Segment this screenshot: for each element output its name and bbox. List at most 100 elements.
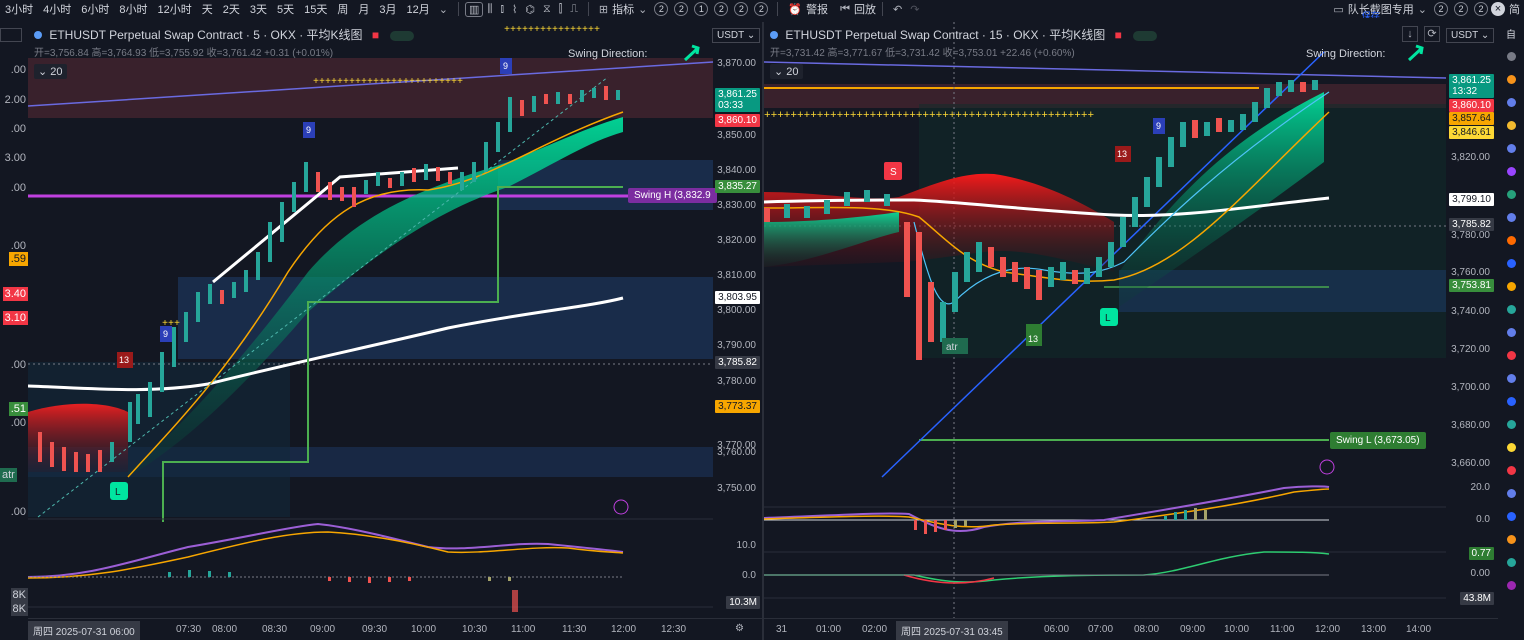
timeframe-2d[interactable]: 2天 [218, 1, 245, 17]
replay-icon[interactable]: ⏮ [836, 3, 854, 16]
toggle-icon[interactable] [1133, 30, 1158, 41]
lightning-icon[interactable] [613, 499, 629, 515]
close-icon[interactable]: × [1491, 2, 1505, 16]
settings-gear-icon[interactable]: ⚙ [735, 623, 744, 634]
layout-icon[interactable]: ▭ [1329, 3, 1347, 16]
watchlist-item[interactable] [1498, 367, 1524, 390]
right-price-axis[interactable]: USDT ⌄ 3,820.00 3,780.00 3,760.00 3,740.… [1446, 22, 1496, 618]
watchlist-item[interactable] [1498, 298, 1524, 321]
right-period-badge[interactable]: ⌄ 20 [770, 64, 803, 79]
right-chart-panel[interactable]: ++++++++++++++++++++++++++++++++++++++++… [764, 22, 1498, 640]
timeframe-3h[interactable]: 3小时 [0, 1, 38, 17]
watchlist-header[interactable]: 自 [1498, 22, 1524, 45]
hollow-candle-icon[interactable]: ⫿ [555, 3, 567, 16]
indicator-count-badge[interactable]: 2 [674, 2, 689, 16]
bar-chart-type-icon[interactable]: ▥ [464, 1, 484, 17]
indicator-count-badge[interactable]: 2 [654, 2, 669, 16]
timeframe-3month[interactable]: 3月 [374, 1, 401, 17]
watchlist-item[interactable] [1498, 114, 1524, 137]
watchlist-item[interactable] [1498, 91, 1524, 114]
watchlist-item[interactable] [1498, 45, 1524, 68]
watchlist-item[interactable] [1498, 229, 1524, 252]
alarm-icon[interactable]: ⏰ [784, 3, 806, 16]
watchlist-item[interactable] [1498, 252, 1524, 275]
left-price-axis[interactable]: USDT ⌄ 3,870.00 3,850.00 3,840.00 3,830.… [712, 22, 762, 618]
chevron-down-icon[interactable]: ⌄ [435, 3, 452, 16]
timeframe-4h[interactable]: 4小时 [38, 1, 76, 17]
refresh-icon[interactable]: ⟳ [1424, 26, 1440, 42]
watchlist-item[interactable] [1498, 206, 1524, 229]
watchlist-item[interactable] [1498, 183, 1524, 206]
count-badge[interactable]: 2 [1454, 2, 1468, 16]
left-time-axis[interactable]: 周四 2025-07-31 06:00 07:30 08:00 08:30 09… [28, 618, 762, 640]
candle-chart-type-icon[interactable]: ⫼ [483, 3, 496, 16]
timeframe-3d[interactable]: 3天 [245, 1, 272, 17]
line-chart-icon[interactable]: ⌇ [508, 3, 521, 16]
watchlist-item[interactable] [1498, 459, 1524, 482]
timeframe-1d[interactable]: 天 [197, 1, 218, 17]
indicators-button[interactable]: 指标 [612, 1, 634, 17]
timeframe-month[interactable]: 月 [353, 1, 374, 17]
area-chart-icon[interactable]: ⌬ [521, 3, 539, 16]
timeframe-12h[interactable]: 12小时 [153, 1, 197, 17]
chevron-down-icon[interactable]: ⌄ [634, 3, 651, 16]
left-period-badge[interactable]: ⌄ 20 [34, 64, 67, 79]
timeframe-15d[interactable]: 15天 [299, 1, 332, 17]
watchlist-item[interactable] [1498, 137, 1524, 160]
price-tick: 3,870.00 [717, 58, 756, 69]
timeframe-5d[interactable]: 5天 [272, 1, 299, 17]
price-tag-green: 3,835.27 [715, 180, 760, 193]
baseline-chart-icon[interactable]: ⧖ [539, 3, 555, 16]
watchlist-item[interactable] [1498, 528, 1524, 551]
watchlist-item[interactable] [1498, 321, 1524, 344]
watchlist-item[interactable] [1498, 160, 1524, 183]
watchlist-item[interactable] [1498, 413, 1524, 436]
indicators-icon[interactable]: ⊞ [595, 3, 612, 16]
right-chart-canvas[interactable]: ++++++++++++++++++++++++++++++++++++++++… [764, 22, 1498, 640]
chart-divider[interactable] [762, 22, 764, 640]
lightning-icon[interactable] [1319, 459, 1335, 475]
cutoff-currency-button[interactable] [0, 28, 22, 42]
flag-icon[interactable]: ■ [1115, 28, 1122, 42]
language-label[interactable]: 简 [1505, 1, 1524, 17]
indicator-count-badge[interactable]: 2 [754, 2, 769, 16]
left-currency-button[interactable]: USDT ⌄ [712, 28, 761, 43]
crosshair-price-tag: 3,785.82 [1449, 218, 1494, 231]
watchlist-item[interactable] [1498, 551, 1524, 574]
flag-icon[interactable]: ■ [372, 28, 379, 42]
left-chart-title[interactable]: ETHUSDT Perpetual Swap Contract · 5 · OK… [34, 26, 415, 43]
indicator-count-badge[interactable]: 1 [694, 2, 709, 16]
replay-button[interactable]: 回放 [854, 1, 876, 17]
timeframe-8h[interactable]: 8小时 [114, 1, 152, 17]
timeframe-week[interactable]: 周 [332, 1, 353, 17]
watchlist-item[interactable] [1498, 436, 1524, 459]
left-chart-panel[interactable]: +++++++++++++++++++++++++ ++++++++++++++… [28, 22, 762, 640]
left-chart-canvas[interactable]: +++++++++++++++++++++++++ ++++++++++++++… [28, 22, 762, 640]
indicator-count-badge[interactable]: 2 [734, 2, 749, 16]
undo-icon[interactable]: ↶ [889, 3, 906, 16]
watchlist-item[interactable] [1498, 482, 1524, 505]
account-label[interactable]: 队长截图专用 保存 [1348, 1, 1414, 18]
count-badge[interactable]: 2 [1474, 2, 1488, 16]
indicator-count-badge[interactable]: 2 [714, 2, 729, 16]
watchlist-item[interactable] [1498, 505, 1524, 528]
renko-chart-icon[interactable]: ⎍ [566, 3, 582, 16]
watchlist-item[interactable] [1498, 344, 1524, 367]
timeframe-6h[interactable]: 6小时 [76, 1, 114, 17]
last-price-tag: 3,861.25 13:32 [1449, 74, 1494, 98]
chevron-down-icon[interactable]: ⌄ [1414, 3, 1431, 16]
watchlist-item[interactable] [1498, 574, 1524, 597]
heikin-chart-icon[interactable]: ⫾ [496, 3, 508, 16]
watchlist-item[interactable] [1498, 68, 1524, 91]
redo-icon[interactable]: ↷ [906, 3, 923, 16]
toggle-icon[interactable] [390, 30, 415, 41]
right-time-axis[interactable]: 31 01:00 02:00 周四 2025-07-31 03:45 06:00… [764, 618, 1498, 640]
alert-button[interactable]: 警报 [806, 1, 828, 17]
watchlist-item[interactable] [1498, 390, 1524, 413]
right-chart-title[interactable]: ETHUSDT Perpetual Swap Contract · 15 · O… [770, 26, 1158, 43]
count-badge[interactable]: 2 [1434, 2, 1448, 16]
timeframe-12month[interactable]: 12月 [402, 1, 435, 17]
download-icon[interactable]: ↓ [1402, 26, 1418, 42]
right-currency-button[interactable]: USDT ⌄ [1446, 28, 1495, 43]
watchlist-item[interactable] [1498, 275, 1524, 298]
